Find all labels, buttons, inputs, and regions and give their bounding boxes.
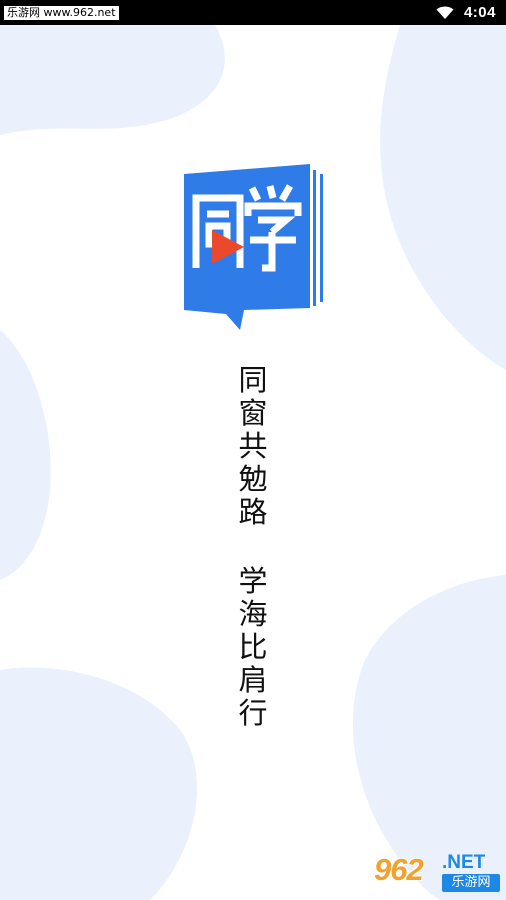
watermark-suffix: .NET [442, 852, 486, 873]
slogan-char: 勉 [238, 462, 268, 496]
status-watermark-text: 乐游网 www.962.net [4, 5, 119, 20]
slogan-char: 海 [238, 597, 268, 631]
slogan-char: 共 [238, 429, 268, 463]
site-watermark: 962 .NET 乐游网 [370, 850, 502, 896]
status-bar: 乐游网 www.962.net 4:04 [0, 0, 506, 25]
splash-screen: 乐游网 www.962.net 4:04 同 窗 共 勉 路 学 海 比 肩 行… [0, 0, 506, 900]
watermark-number: 962 [374, 852, 424, 887]
watermark-site-name: 乐游网 [442, 874, 500, 892]
slogan-char: 比 [238, 630, 268, 664]
slogan-char: 路 [238, 495, 268, 529]
slogan-char: 行 [238, 696, 268, 730]
slogan-char: 同 [238, 363, 268, 397]
wifi-icon [436, 6, 454, 19]
status-time: 4:04 [463, 4, 496, 21]
slogan-line-1: 同 窗 共 勉 路 [228, 364, 278, 529]
slogan-char: 学 [238, 564, 268, 598]
slogan-char: 窗 [238, 396, 268, 430]
status-right-group: 4:04 [436, 4, 496, 21]
app-logo [184, 164, 323, 330]
slogan-char: 肩 [238, 663, 268, 697]
slogan-line-2: 学 海 比 肩 行 [228, 565, 278, 730]
